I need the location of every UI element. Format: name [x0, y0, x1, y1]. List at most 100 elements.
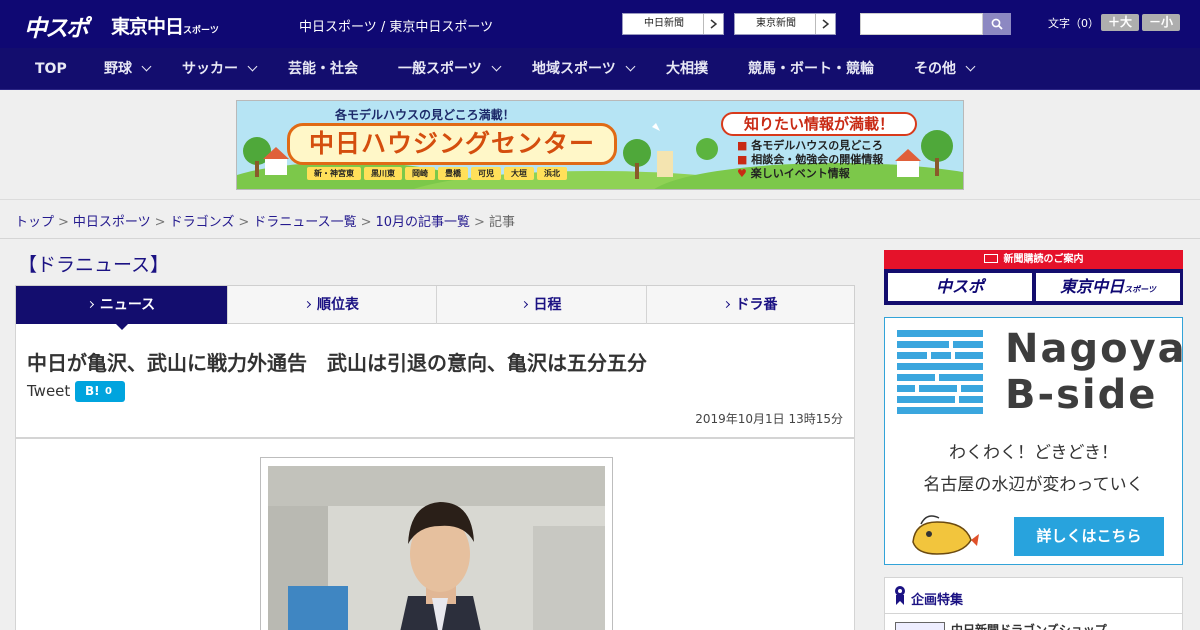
- nav-entertainment-label: 芸能・社会: [288, 61, 358, 77]
- tab-schedule-label: 日程: [533, 297, 562, 313]
- active-tab-pointer: [115, 323, 129, 330]
- player-photo: [268, 466, 605, 630]
- nagoya-bside-ad[interactable]: Nagoya B-side わくわく！どきどき！ 名古屋の水辺が変わっていく 詳し…: [884, 317, 1185, 565]
- chevron-right-icon: [815, 14, 835, 34]
- breadcrumb-separator: >: [58, 215, 69, 230]
- nav-soccer-label: サッカー: [182, 61, 238, 77]
- chevron-right-icon: [86, 300, 94, 309]
- banner-list-text: 楽しいイベント情報: [750, 167, 850, 180]
- nav-entertainment[interactable]: 芸能・社会: [288, 48, 358, 90]
- breadcrumb-separator: >: [238, 215, 250, 230]
- subscribe-chuspo[interactable]: 中スポ: [888, 273, 1032, 301]
- site-links[interactable]: 中日スポーツ / 東京中日スポーツ: [299, 16, 493, 35]
- nav-local-sports[interactable]: 地域スポーツ: [532, 48, 636, 90]
- tab-news[interactable]: ニュース: [16, 286, 227, 324]
- search-icon: [991, 18, 1003, 30]
- nav-baseball[interactable]: 野球: [104, 48, 152, 90]
- banner-place: 新・神宮東: [307, 167, 361, 180]
- heart-icon: ♥: [737, 167, 747, 180]
- banner-list: ■ 各モデルハウスの見どころ ■ 相談会・勉強会の開催情報 ♥ 楽しいイベント情…: [737, 139, 883, 181]
- tweet-button[interactable]: Tweet: [27, 382, 70, 400]
- nav-racing[interactable]: 競馬・ボート・競輪: [748, 48, 874, 90]
- banner-place: 可児: [471, 167, 501, 180]
- breadcrumb-chunichi-sports[interactable]: 中日スポーツ: [73, 215, 151, 230]
- nav-sumo[interactable]: 大相撲: [666, 48, 708, 90]
- tab-schedule[interactable]: 日程: [436, 286, 646, 324]
- breadcrumb-top[interactable]: トップ: [15, 215, 54, 230]
- article-photo[interactable]: [268, 466, 605, 630]
- breadcrumb-separator: >: [360, 215, 372, 230]
- housing-center-banner[interactable]: 各モデルハウスの見どころ満載！ 中日ハウジングセンター 新・神宮東 黒川東 岡崎 豊橋…: [236, 100, 964, 190]
- breadcrumb-dragons[interactable]: ドラゴンズ: [170, 215, 235, 230]
- chevron-down-icon: [141, 61, 152, 72]
- article-headline: 中日が亀沢、武山に戦力外通告 武山は引退の意向、亀沢は五分五分: [27, 351, 647, 375]
- banner-place: 豊橋: [438, 167, 468, 180]
- banner-list-text: 相談会・勉強会の開催情報: [751, 153, 884, 166]
- chevron-down-icon: [625, 61, 636, 72]
- nav-baseball-label: 野球: [104, 61, 132, 77]
- font-smaller-button[interactable]: －小: [1142, 14, 1180, 31]
- font-size-label: 文字（0）: [1048, 17, 1099, 30]
- bside-logo-grid: [897, 330, 983, 414]
- tab-dora-ban-label: ドラ番: [735, 297, 778, 313]
- banner-places: 新・神宮東 黒川東 岡崎 豊橋 可児 大垣 浜北: [307, 167, 570, 180]
- search-button[interactable]: [983, 13, 1011, 35]
- bside-tagline-2: 名古屋の水辺が変わっていく: [923, 475, 1144, 495]
- ribbon-icon: [895, 586, 905, 605]
- search-input[interactable]: [860, 13, 983, 35]
- banner-area: 各モデルハウスの見どころ満載！ 中日ハウジングセンター 新・神宮東 黒川東 岡崎 豊橋…: [0, 90, 1200, 200]
- tab-standings-label: 順位表: [317, 297, 359, 313]
- font-larger-button[interactable]: ＋大: [1101, 14, 1139, 31]
- chuspo-logo[interactable]: 中スポ: [24, 9, 89, 43]
- chevron-down-icon: [491, 61, 502, 72]
- tokyo-logo-small: スポーツ: [183, 26, 219, 36]
- feature-thumbnail[interactable]: [895, 622, 945, 630]
- tab-standings[interactable]: 順位表: [227, 286, 436, 324]
- hatena-count: 0: [105, 386, 112, 397]
- hatena-bookmark-button[interactable]: B! 0: [75, 381, 125, 402]
- article-header: 中日が亀沢、武山に戦力外通告 武山は引退の意向、亀沢は五分五分 Tweet B!…: [15, 324, 855, 438]
- nav-other[interactable]: その他: [914, 48, 976, 90]
- tab-news-label: ニュース: [99, 297, 156, 313]
- chat-icon: ■: [737, 153, 748, 166]
- hatena-icon: B!: [85, 384, 100, 398]
- article-photo-frame: [260, 457, 613, 630]
- tokyo-shimbun-button[interactable]: 東京新聞: [734, 13, 836, 35]
- feature-header: 企画特集: [885, 578, 1182, 614]
- house-icon: ■: [737, 139, 748, 152]
- shrimp-mascot-icon: [912, 515, 979, 555]
- nav-sumo-label: 大相撲: [666, 61, 708, 77]
- breadcrumb-separator: >: [154, 215, 166, 230]
- banner-title: 中日ハウジングセンター: [287, 123, 617, 165]
- subscribe-tokyo-chunichi[interactable]: 東京中日スポーツ: [1036, 273, 1180, 301]
- breadcrumb-october-list[interactable]: 10月の記事一覧: [376, 215, 471, 230]
- nav-top[interactable]: TOP: [35, 48, 67, 90]
- main-nav: TOP 野球 サッカー 芸能・社会 一般スポーツ 地域スポーツ 大相撲 競馬・ボ…: [0, 48, 1200, 90]
- banner-list-item: ■ 相談会・勉強会の開催情報: [737, 153, 883, 167]
- nav-top-label: TOP: [35, 61, 67, 77]
- site-header: 中スポ 東京中日スポーツ 中日スポーツ / 東京中日スポーツ 中日新聞 東京新聞…: [0, 0, 1200, 48]
- chevron-right-icon: [303, 300, 312, 309]
- banner-right-title: 知りたい情報が満載！: [721, 112, 917, 136]
- tab-dora-ban[interactable]: ドラ番: [646, 286, 854, 324]
- tokyo-chunichi-logo[interactable]: 東京中日スポーツ: [111, 12, 219, 39]
- divider: [0, 238, 1200, 239]
- breadcrumb-dora-news-list[interactable]: ドラニュース一覧: [253, 215, 356, 230]
- bside-cta-button[interactable]: 詳しくはこちら: [1014, 517, 1164, 556]
- nav-general-sports[interactable]: 一般スポーツ: [398, 48, 502, 90]
- subscription-title: 新聞購読のご案内: [1003, 254, 1084, 265]
- tokyo-shimbun-label: 東京新聞: [756, 18, 796, 29]
- nav-soccer[interactable]: サッカー: [182, 48, 258, 90]
- banner-list-text: 各モデルハウスの見どころ: [751, 139, 883, 152]
- chunichi-shimbun-button[interactable]: 中日新聞: [622, 13, 724, 35]
- section-title: 【ドラニュース】: [18, 254, 170, 276]
- bside-tagline-1: わくわく！どきどき！: [949, 443, 1118, 463]
- nav-general-sports-label: 一般スポーツ: [398, 61, 482, 77]
- breadcrumb-current: 記事: [488, 215, 515, 230]
- chunichi-shimbun-label: 中日新聞: [644, 18, 684, 29]
- chevron-right-icon: [703, 14, 723, 34]
- banner-place: 大垣: [504, 167, 534, 180]
- feature-item-link[interactable]: 中日新聞ドラゴンズショップ: [951, 621, 1107, 630]
- nav-other-label: その他: [914, 61, 956, 77]
- subscription-box[interactable]: 新聞購読のご案内 中スポ 東京中日スポーツ: [884, 250, 1183, 305]
